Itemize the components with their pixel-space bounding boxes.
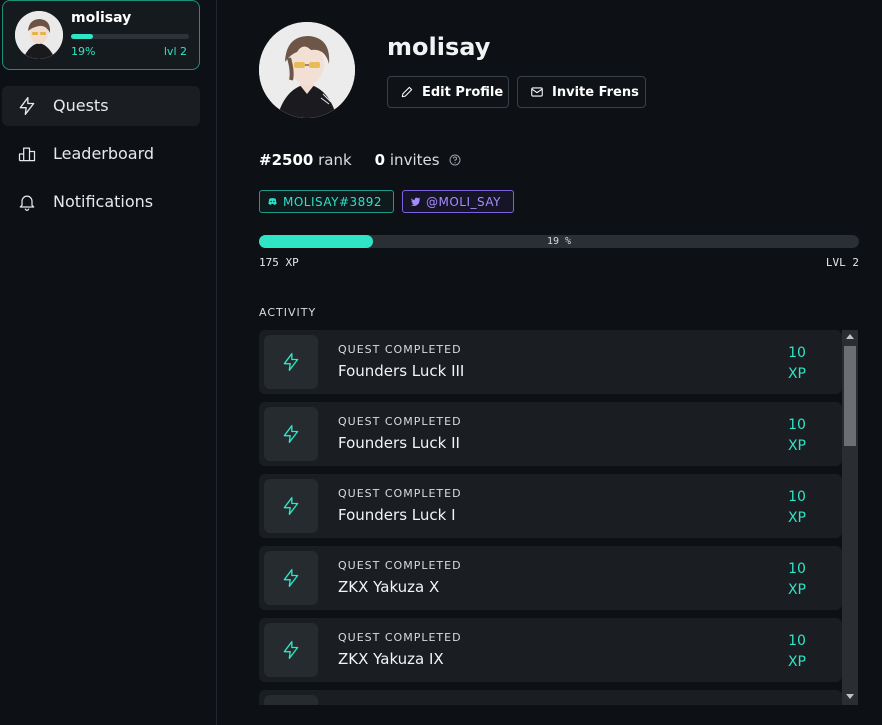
rank-label: rank: [318, 151, 352, 169]
lightning-icon: [283, 425, 299, 443]
mail-icon: [531, 87, 543, 97]
sidebar-item-notifications[interactable]: Notifications: [2, 182, 200, 222]
profile-avatar: [259, 22, 355, 118]
invites-label: invites: [389, 151, 440, 169]
invites-value: 0: [374, 151, 386, 169]
sidebar-progress-fill: [71, 34, 94, 39]
points-unit: XP: [787, 654, 807, 670]
edit-profile-label: Edit Profile: [422, 84, 504, 100]
discord-handle: MOLISAY#3892: [283, 194, 383, 209]
activity-icon-box: [264, 695, 318, 705]
help-icon[interactable]: [449, 154, 461, 166]
lightning-icon: [283, 641, 299, 659]
list-item[interactable]: QUEST COMPLETED Founders Luck I 10 XP: [259, 474, 842, 538]
lightning-icon: [283, 569, 299, 587]
points-unit: XP: [787, 438, 807, 454]
list-item[interactable]: QUEST COMPLETED ZKX Yakuza X 10 XP: [259, 546, 842, 610]
profile-name: molisay: [387, 33, 491, 61]
rank-value: #2500: [259, 151, 314, 169]
sidebar-username: molisay: [71, 10, 132, 26]
leaderboard-icon: [18, 147, 36, 162]
activity-quest-name: ZKX Yakuza X: [338, 578, 440, 596]
sidebar-item-label: Leaderboard: [53, 144, 155, 163]
activity-kind: QUEST COMPLETED: [338, 487, 462, 500]
activity-title: ACTIVITY: [259, 306, 317, 319]
discord-tag[interactable]: MOLISAY#3892: [259, 190, 394, 213]
twitter-handle: @MOLI_SAY: [426, 194, 501, 209]
invite-frens-button[interactable]: Invite Frens: [517, 76, 646, 108]
activity-icon-box: [264, 335, 318, 389]
lightning-icon: [19, 97, 35, 116]
points-unit: XP: [787, 366, 807, 382]
points-value: 10: [788, 489, 806, 505]
activity-quest-name: ZKX Yakuza IX: [338, 650, 444, 668]
activity-icon-box: [264, 407, 318, 461]
sidebar-item-label: Quests: [53, 96, 109, 115]
activity-list[interactable]: QUEST COMPLETED Founders Luck III 10 XP Q…: [259, 330, 842, 705]
invite-frens-label: Invite Frens: [552, 84, 639, 100]
sidebar: molisay 19% lvl 2 Quests Leaderboard Not…: [0, 0, 217, 725]
points-unit: XP: [787, 510, 807, 526]
activity-points: 10 XP: [782, 343, 812, 385]
sidebar-item-leaderboard[interactable]: Leaderboard: [2, 134, 200, 174]
user-card[interactable]: molisay 19% lvl 2: [2, 0, 200, 70]
activity-scrollbar[interactable]: [842, 330, 858, 705]
activity-points: 10 XP: [782, 631, 812, 673]
lightning-icon: [283, 353, 299, 371]
list-item[interactable]: QUEST COMPLETED Founders Luck III 10 XP: [259, 330, 842, 394]
activity-icon-box: [264, 479, 318, 533]
activity-quest-name: Founders Luck I: [338, 506, 456, 524]
activity-kind: QUEST COMPLETED: [338, 343, 462, 356]
sidebar-progress-percent: 19%: [71, 45, 96, 58]
pencil-icon: [401, 86, 413, 98]
xp-progress-track: 19 %: [259, 235, 859, 248]
twitter-tag[interactable]: @MOLI_SAY: [402, 190, 514, 213]
sidebar-level: lvl 2: [163, 45, 187, 58]
activity-icon-box: [264, 623, 318, 677]
lightning-icon: [283, 497, 299, 515]
activity-kind: QUEST COMPLETED: [338, 631, 462, 644]
activity-quest-name: Founders Luck III: [338, 362, 465, 380]
sidebar-item-quests[interactable]: Quests: [2, 86, 200, 126]
points-value: 10: [788, 417, 806, 433]
xp-total: 175 XP: [259, 256, 299, 269]
points-value: 10: [788, 345, 806, 361]
scroll-down-arrow[interactable]: [846, 694, 854, 699]
points-unit: XP: [787, 582, 807, 598]
twitter-icon: [410, 197, 421, 206]
sidebar-item-label: Notifications: [53, 192, 154, 211]
scroll-up-arrow[interactable]: [846, 334, 854, 339]
activity-kind: QUEST COMPLETED: [338, 415, 462, 428]
bell-icon: [19, 195, 35, 211]
activity-quest-name: Founders Luck II: [338, 434, 460, 452]
points-value: 10: [788, 633, 806, 649]
edit-profile-button[interactable]: Edit Profile: [387, 76, 509, 108]
activity-kind: QUEST COMPLETED: [338, 559, 462, 572]
points-value: 10: [788, 561, 806, 577]
profile-stats: #2500 rank 0 invites: [259, 151, 461, 169]
xp-level: LVL 2: [825, 256, 859, 269]
activity-points: 10 XP: [782, 415, 812, 457]
activity-points: 10 XP: [782, 559, 812, 601]
xp-progress-percent: 19 %: [546, 236, 572, 247]
avatar: [15, 11, 63, 59]
list-item[interactable]: [259, 690, 842, 705]
list-item[interactable]: QUEST COMPLETED Founders Luck II 10 XP: [259, 402, 842, 466]
list-item[interactable]: QUEST COMPLETED ZKX Yakuza IX 10 XP: [259, 618, 842, 682]
activity-points: 10 XP: [782, 487, 812, 529]
scrollbar-thumb[interactable]: [844, 346, 856, 446]
sidebar-progress-track: [71, 34, 189, 39]
discord-icon: [268, 198, 277, 205]
app-root: molisay 19% lvl 2 Quests Leaderboard Not…: [0, 0, 882, 725]
activity-icon-box: [264, 551, 318, 605]
